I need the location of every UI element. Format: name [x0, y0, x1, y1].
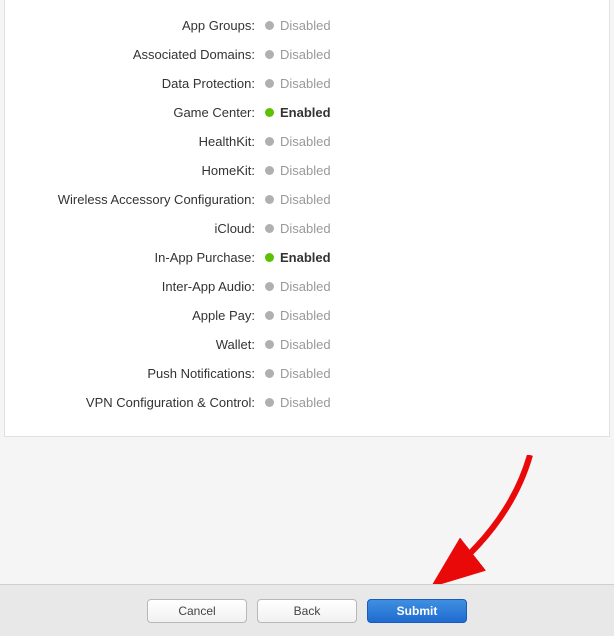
capability-row: Inter-App Audio: Disabled — [5, 279, 609, 294]
capability-label: iCloud: — [5, 221, 265, 236]
capability-row: Game Center: Enabled — [5, 105, 609, 120]
back-button[interactable]: Back — [257, 599, 357, 623]
status-dot-disabled-icon — [265, 79, 274, 88]
capability-value: Disabled — [265, 337, 331, 352]
capability-row: Data Protection: Disabled — [5, 76, 609, 91]
submit-button[interactable]: Submit — [367, 599, 467, 623]
capability-status: Disabled — [280, 279, 331, 294]
capability-status: Disabled — [280, 337, 331, 352]
footer-bar: Cancel Back Submit — [0, 584, 614, 636]
status-dot-disabled-icon — [265, 369, 274, 378]
capability-value: Enabled — [265, 250, 331, 265]
capability-label: Associated Domains: — [5, 47, 265, 62]
capability-status: Disabled — [280, 192, 331, 207]
capability-status: Disabled — [280, 221, 331, 236]
capability-row: Associated Domains: Disabled — [5, 47, 609, 62]
capability-label: Wallet: — [5, 337, 265, 352]
status-dot-disabled-icon — [265, 282, 274, 291]
cancel-button[interactable]: Cancel — [147, 599, 247, 623]
status-dot-disabled-icon — [265, 195, 274, 204]
status-dot-disabled-icon — [265, 340, 274, 349]
capability-status: Disabled — [280, 366, 331, 381]
capability-label: VPN Configuration & Control: — [5, 395, 265, 410]
capability-row: Wireless Accessory Configuration: Disable… — [5, 192, 609, 207]
capability-status: Enabled — [280, 105, 331, 120]
capability-value: Disabled — [265, 395, 331, 410]
capability-status: Enabled — [280, 250, 331, 265]
capability-value: Disabled — [265, 76, 331, 91]
capability-value: Disabled — [265, 47, 331, 62]
capability-label: Inter-App Audio: — [5, 279, 265, 294]
capability-label: Apple Pay: — [5, 308, 265, 323]
status-dot-disabled-icon — [265, 311, 274, 320]
capability-row: HomeKit: Disabled — [5, 163, 609, 178]
capability-status: Disabled — [280, 18, 331, 33]
status-dot-disabled-icon — [265, 21, 274, 30]
capability-row: Push Notifications: Disabled — [5, 366, 609, 381]
capability-label: Game Center: — [5, 105, 265, 120]
capability-row: VPN Configuration & Control: Disabled — [5, 395, 609, 410]
capability-status: Disabled — [280, 134, 331, 149]
capability-value: Disabled — [265, 308, 331, 323]
capability-value: Disabled — [265, 366, 331, 381]
capability-value: Disabled — [265, 18, 331, 33]
capability-label: In-App Purchase: — [5, 250, 265, 265]
capability-value: Disabled — [265, 192, 331, 207]
status-dot-disabled-icon — [265, 50, 274, 59]
status-dot-enabled-icon — [265, 253, 274, 262]
capability-row: iCloud: Disabled — [5, 221, 609, 236]
capability-value: Disabled — [265, 163, 331, 178]
capability-label: HomeKit: — [5, 163, 265, 178]
capability-label: Data Protection: — [5, 76, 265, 91]
capability-status: Disabled — [280, 163, 331, 178]
capability-row: HealthKit: Disabled — [5, 134, 609, 149]
capability-value: Enabled — [265, 105, 331, 120]
status-dot-disabled-icon — [265, 166, 274, 175]
status-dot-disabled-icon — [265, 398, 274, 407]
capabilities-panel: App Groups: Disabled Associated Domains: Di… — [4, 0, 610, 437]
capability-value: Disabled — [265, 221, 331, 236]
annotation-arrow — [410, 455, 560, 605]
capability-status: Disabled — [280, 308, 331, 323]
capability-value: Disabled — [265, 134, 331, 149]
capability-row: Wallet: Disabled — [5, 337, 609, 352]
capability-row: Apple Pay: Disabled — [5, 308, 609, 323]
status-dot-enabled-icon — [265, 108, 274, 117]
capability-label: HealthKit: — [5, 134, 265, 149]
status-dot-disabled-icon — [265, 137, 274, 146]
status-dot-disabled-icon — [265, 224, 274, 233]
capability-status: Disabled — [280, 76, 331, 91]
capability-status: Disabled — [280, 47, 331, 62]
capability-label: App Groups: — [5, 18, 265, 33]
capability-label: Push Notifications: — [5, 366, 265, 381]
capability-row: In-App Purchase: Enabled — [5, 250, 609, 265]
capability-row: App Groups: Disabled — [5, 18, 609, 33]
capability-value: Disabled — [265, 279, 331, 294]
capability-status: Disabled — [280, 395, 331, 410]
capability-label: Wireless Accessory Configuration: — [5, 192, 265, 207]
